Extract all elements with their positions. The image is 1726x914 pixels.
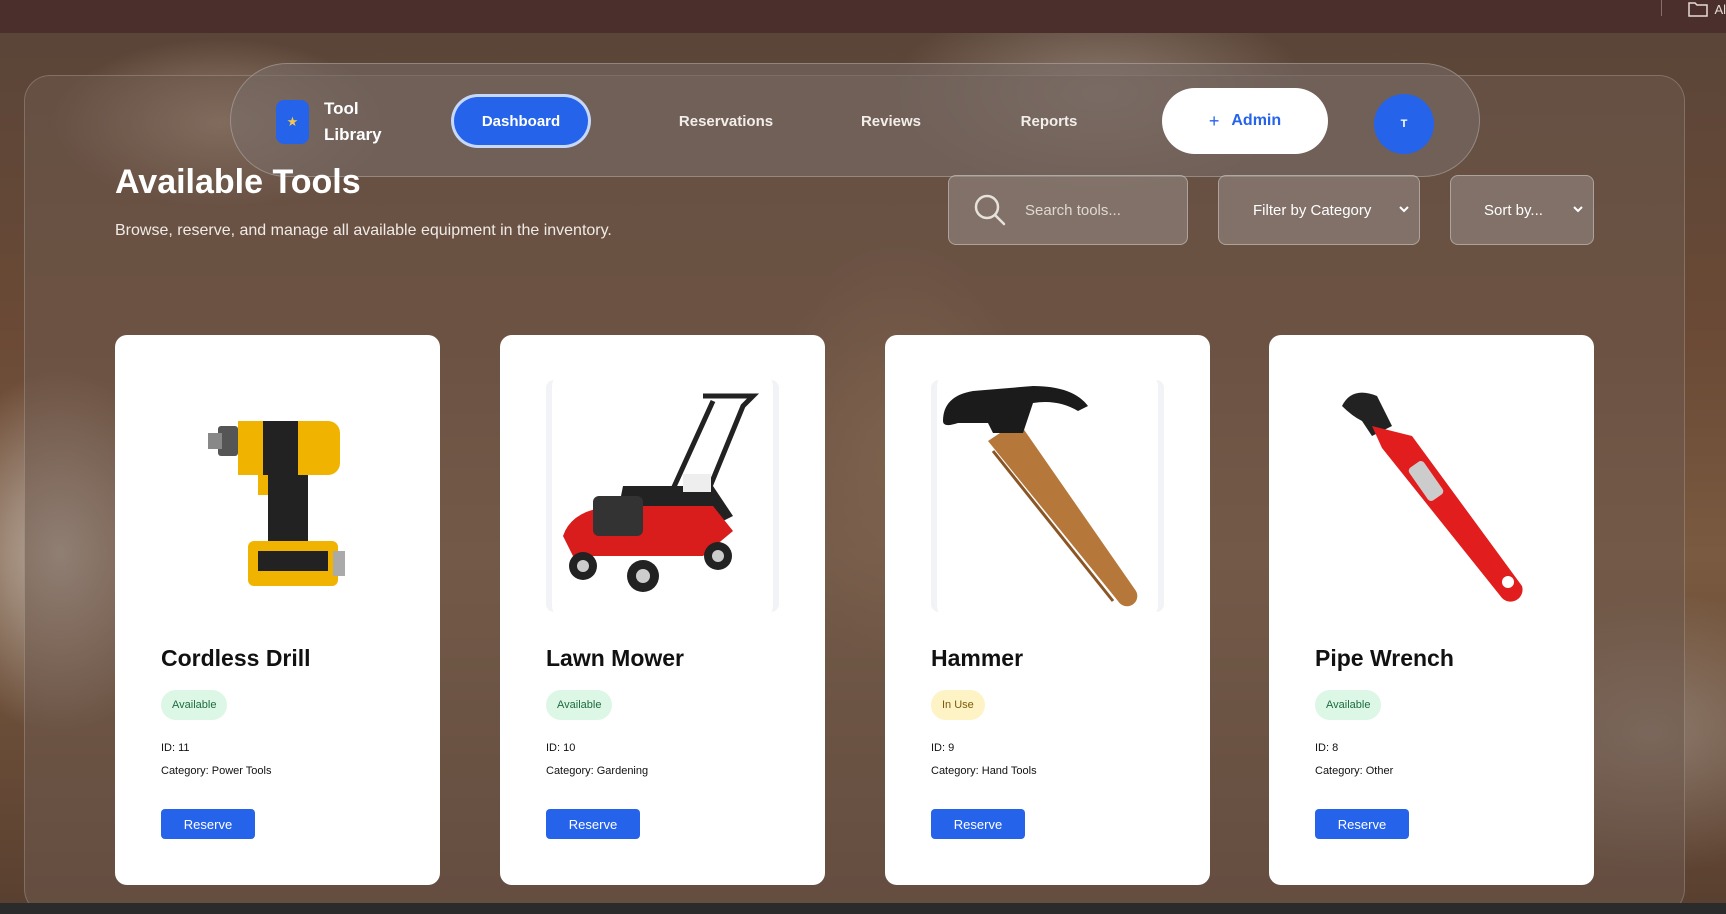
user-avatar[interactable]: T xyxy=(1374,94,1434,154)
page-subtitle: Browse, reserve, and manage all availabl… xyxy=(115,222,612,239)
tool-id: ID: 10 xyxy=(546,742,576,754)
tool-id: ID: 11 xyxy=(161,742,190,754)
tool-card: Pipe Wrench Available ID: 8 Category: Ot… xyxy=(1269,335,1594,885)
pipe-wrench-image xyxy=(1315,380,1548,612)
nav-reservations[interactable]: Reservations xyxy=(656,94,796,148)
status-badge: Available xyxy=(546,690,613,720)
tool-name: Pipe Wrench xyxy=(1315,645,1454,671)
tool-category: Category: Other xyxy=(1315,765,1394,777)
brand-name: Tool Library xyxy=(324,99,382,144)
filter-label: Filter by Category xyxy=(1253,201,1372,219)
hammer-image xyxy=(931,380,1164,612)
nav-reports[interactable]: Reports xyxy=(999,94,1099,148)
tool-card: Hammer In Use ID: 9 Category: Hand Tools… xyxy=(885,335,1210,885)
page-title: Available Tools xyxy=(115,163,361,201)
admin-label: Admin xyxy=(1231,112,1282,129)
folder-icon xyxy=(1688,2,1709,17)
nav-reviews[interactable]: Reviews xyxy=(841,94,941,148)
category-filter-select[interactable]: Filter by Category xyxy=(1218,175,1420,245)
status-badge: Available xyxy=(161,690,228,720)
admin-button[interactable]: + Admin xyxy=(1162,88,1328,154)
status-badge: In Use xyxy=(931,690,985,720)
bookmark-folder[interactable]: Al xyxy=(1688,0,1726,18)
search-field[interactable] xyxy=(948,175,1188,245)
chevron-down-icon xyxy=(1399,206,1409,213)
tool-category: Category: Gardening xyxy=(546,765,649,777)
tool-card: Lawn Mower Available ID: 10 Category: Ga… xyxy=(500,335,825,885)
search-icon xyxy=(974,194,1006,226)
sort-select[interactable]: Sort by... xyxy=(1450,175,1594,245)
search-input[interactable] xyxy=(1025,201,1175,219)
reserve-button[interactable]: Reserve xyxy=(1315,809,1409,839)
tool-id: ID: 8 xyxy=(1315,742,1339,754)
reserve-button[interactable]: Reserve xyxy=(931,809,1025,839)
top-navigation: ★ Tool Library Dashboard Reservations Re… xyxy=(230,63,1480,177)
tool-name: Hammer xyxy=(931,645,1024,671)
brand-logo-icon: ★ xyxy=(276,100,309,144)
plus-icon: + xyxy=(1208,110,1220,131)
chevron-down-icon xyxy=(1573,206,1583,213)
tool-id: ID: 9 xyxy=(931,742,955,754)
browser-bookmark-bar: Al xyxy=(0,0,1726,33)
tool-category: Category: Hand Tools xyxy=(931,765,1037,777)
lawn-mower-image xyxy=(546,380,779,612)
bookmark-folder-label: Al xyxy=(1714,1,1726,17)
status-badge: Available xyxy=(1315,690,1382,720)
tool-category: Category: Power Tools xyxy=(161,765,272,777)
tool-name: Cordless Drill xyxy=(161,645,311,671)
drill-image xyxy=(161,380,394,612)
bookmark-separator xyxy=(1661,0,1662,16)
tool-name: Lawn Mower xyxy=(546,645,685,671)
sort-label: Sort by... xyxy=(1484,201,1543,219)
reserve-button[interactable]: Reserve xyxy=(161,809,255,839)
taskbar-edge xyxy=(0,903,1726,914)
nav-dashboard[interactable]: Dashboard xyxy=(451,94,591,148)
reserve-button[interactable]: Reserve xyxy=(546,809,640,839)
tool-card: Cordless Drill Available ID: 11 Category… xyxy=(115,335,440,885)
